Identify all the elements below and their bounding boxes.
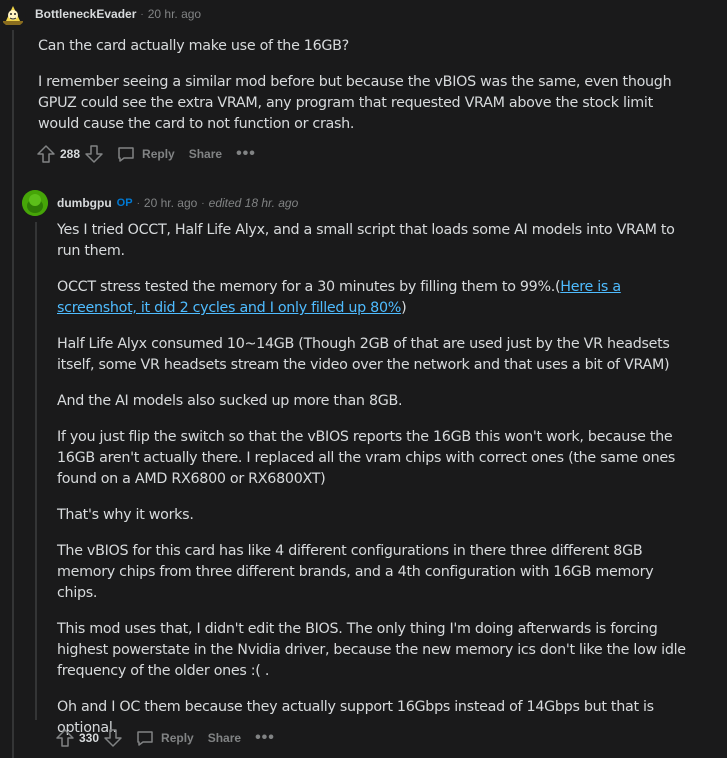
timestamp[interactable]: 20 hr. ago [148, 7, 201, 21]
share-button[interactable]: Share [189, 147, 222, 161]
reply-icon [137, 731, 153, 746]
paragraph-text: ) [401, 300, 407, 316]
op-badge: OP [116, 197, 133, 209]
separator-dot: · [201, 197, 205, 209]
comment-actions: 288 Reply Share ••• [36, 142, 256, 166]
author-name[interactable]: BottleneckEvader [35, 7, 136, 21]
comment-actions: 330 Reply Share ••• [55, 726, 275, 750]
comment-paragraph: I remember seeing a similar mod before b… [38, 74, 672, 132]
share-button[interactable]: Share [208, 731, 241, 745]
comment-paragraph: That's why it works. [57, 507, 194, 523]
reply-label: Reply [142, 147, 175, 161]
comment-paragraph: OCCT stress tested the memory for a 30 m… [57, 277, 697, 319]
comment-paragraph: If you just flip the switch so that the … [57, 429, 675, 487]
avatar[interactable] [0, 1, 26, 27]
reply-button[interactable]: Reply [135, 728, 194, 748]
comment-meta: BottleneckEvader · 20 hr. ago [0, 1, 400, 27]
timestamp[interactable]: 20 hr. ago [144, 196, 197, 210]
upvote-icon[interactable] [55, 728, 75, 748]
comment-meta: dumbgpu OP · 20 hr. ago · edited 18 hr. … [22, 190, 522, 216]
paragraph-text: OCCT stress tested the memory for a 30 m… [57, 279, 561, 295]
avatar[interactable] [22, 190, 48, 216]
upvote-icon[interactable] [36, 144, 56, 164]
avatar-icon [22, 190, 48, 216]
more-icon[interactable]: ••• [236, 146, 256, 162]
comment-paragraph: And the AI models also sucked up more th… [57, 393, 403, 409]
more-icon[interactable]: ••• [255, 730, 275, 746]
comment-body: Yes I tried OCCT, Half Life Alyx, and a … [57, 220, 697, 754]
edited-timestamp: edited 18 hr. ago [208, 196, 299, 210]
reply-label: Reply [161, 731, 194, 745]
comment-paragraph: Half Life Alyx consumed 10~14GB (Though … [57, 336, 670, 373]
vote-count: 288 [60, 147, 81, 161]
share-label: Share [188, 147, 223, 161]
author-name[interactable]: dumbgpu [57, 196, 112, 210]
thread-line-nested[interactable] [35, 222, 37, 720]
reply-button[interactable]: Reply [116, 144, 175, 164]
comment-thread: BottleneckEvader · 20 hr. ago Can the ca… [0, 0, 727, 758]
separator-dot: · [136, 197, 140, 209]
avatar-icon [3, 6, 23, 25]
downvote-icon[interactable] [103, 728, 123, 748]
thread-line[interactable] [12, 30, 14, 758]
vote-count: 330 [79, 731, 100, 745]
comment-paragraph: Can the card actually make use of the 16… [38, 38, 349, 54]
separator-dot: · [140, 8, 144, 20]
downvote-icon[interactable] [84, 144, 104, 164]
share-label: Share [207, 731, 242, 745]
comment-paragraph: This mod uses that, I didn't edit the BI… [57, 621, 686, 679]
comment-body: Can the card actually make use of the 16… [38, 36, 698, 150]
comment-paragraph: The vBIOS for this card has like 4 diffe… [57, 543, 654, 601]
reply-icon [118, 147, 134, 162]
comment-paragraph: Yes I tried OCCT, Half Life Alyx, and a … [57, 222, 675, 259]
